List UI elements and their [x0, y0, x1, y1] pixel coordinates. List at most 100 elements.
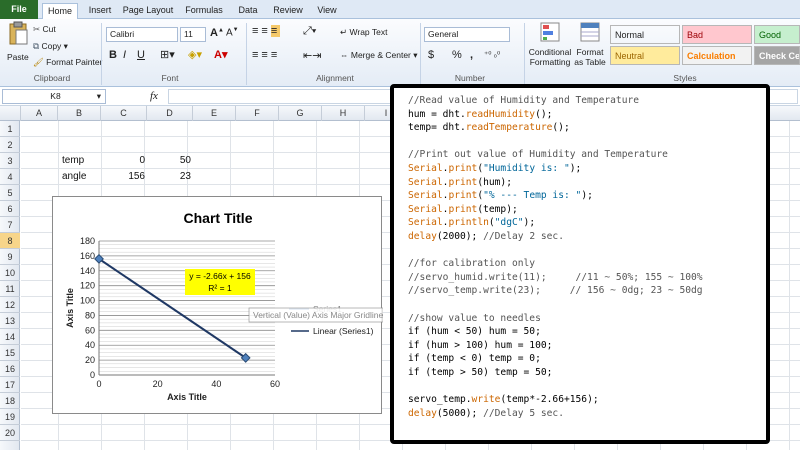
- style-check-cell[interactable]: Check Cell: [754, 46, 800, 65]
- chart-title: Chart Title: [184, 210, 253, 226]
- row-header-9[interactable]: 9: [0, 249, 20, 265]
- format-painter-button[interactable]: 🖌 Format Painter: [33, 57, 102, 68]
- select-all-corner[interactable]: [0, 106, 21, 121]
- tab-review[interactable]: Review: [268, 3, 308, 19]
- as-table-label: as Table: [574, 57, 606, 67]
- row-header-3[interactable]: 3: [0, 153, 20, 169]
- italic-button[interactable]: I: [123, 49, 126, 61]
- fill-color-icon[interactable]: ◈▾: [188, 48, 202, 61]
- code-token: Serial: [408, 176, 443, 188]
- style-good[interactable]: Good: [754, 25, 800, 44]
- paste-icon[interactable]: [6, 21, 30, 47]
- shrink-font-icon[interactable]: A▼: [226, 27, 239, 38]
- column-header-e[interactable]: E: [193, 106, 236, 121]
- row-header-15[interactable]: 15: [0, 345, 20, 361]
- copy-button[interactable]: ⧉ Copy ▾: [33, 41, 68, 52]
- bold-button[interactable]: B: [109, 49, 117, 61]
- code-line: if (hum < 50) hum = 50;: [408, 325, 766, 339]
- style-bad[interactable]: Bad: [682, 25, 752, 44]
- row-header-1[interactable]: 1: [0, 121, 20, 137]
- font-color-icon[interactable]: A▾: [214, 48, 227, 61]
- code-token: (5000);: [436, 407, 484, 419]
- y-tick-label: 20: [85, 355, 95, 365]
- row-header-17[interactable]: 17: [0, 377, 20, 393]
- cut-label: Cut: [42, 24, 56, 34]
- grow-font-icon[interactable]: A▲: [210, 27, 224, 39]
- comma-button[interactable]: ,: [470, 49, 473, 61]
- tab-formulas[interactable]: Formulas: [180, 3, 228, 19]
- currency-button[interactable]: $: [428, 49, 434, 61]
- number-group-label: Number: [454, 73, 486, 83]
- code-token: if (temp < 0) temp = 0;: [408, 353, 541, 365]
- tab-page-layout[interactable]: Page Layout: [120, 3, 176, 19]
- cell-c4[interactable]: 156: [101, 169, 145, 185]
- tab-view[interactable]: View: [310, 3, 344, 19]
- style-calculation[interactable]: Calculation: [682, 46, 752, 65]
- row-header-13[interactable]: 13: [0, 313, 20, 329]
- column-header-h[interactable]: H: [322, 106, 365, 121]
- code-token: print: [448, 190, 478, 202]
- underline-button[interactable]: U: [137, 49, 145, 61]
- tab-home[interactable]: Home: [42, 3, 78, 20]
- tab-insert[interactable]: Insert: [82, 3, 118, 19]
- column-header-d[interactable]: D: [147, 106, 193, 121]
- cell-b3[interactable]: temp: [62, 153, 84, 169]
- style-normal[interactable]: Normal: [610, 25, 680, 44]
- row-header-16[interactable]: 16: [0, 361, 20, 377]
- cell-d4[interactable]: 23: [147, 169, 191, 185]
- indent-icons[interactable]: ⇤⇥: [303, 49, 321, 62]
- scissors-icon: ✂: [33, 24, 41, 34]
- number-format-select[interactable]: General: [424, 27, 510, 42]
- decimal-icons[interactable]: ⁺⁰ ₀⁰: [484, 50, 500, 59]
- row-header-18[interactable]: 18: [0, 393, 20, 409]
- legend-trend-label: Linear (Series1): [313, 326, 374, 336]
- style-neutral[interactable]: Neutral: [610, 46, 680, 65]
- tab-data[interactable]: Data: [232, 3, 264, 19]
- row-header-2[interactable]: 2: [0, 137, 20, 153]
- row-header-14[interactable]: 14: [0, 329, 20, 345]
- cell-d3[interactable]: 50: [147, 153, 191, 169]
- align-top-icons[interactable]: ≡≡≡: [252, 25, 281, 37]
- scatter-chart[interactable]: Chart Title 0 20 40 60 80 100 120 140 160 180 0 20 40…: [52, 196, 387, 414]
- column-header-g[interactable]: G: [279, 106, 322, 121]
- row-header-6[interactable]: 6: [0, 201, 20, 217]
- code-line: //servo_temp.write(23); // 156 ~ 0dg; 23…: [408, 284, 766, 298]
- y-tick-label: 0: [90, 370, 95, 380]
- clipboard-group-label: Clipboard: [33, 73, 71, 83]
- y-tick-label: 160: [80, 251, 95, 261]
- conditional-formatting-button[interactable]: Conditional Formatting: [528, 47, 572, 67]
- style-calculation-label: Calculation: [687, 51, 736, 61]
- cell-c3[interactable]: 0: [101, 153, 145, 169]
- orientation-icon[interactable]: ⤢▾: [303, 25, 316, 38]
- row-header-4[interactable]: 4: [0, 169, 20, 185]
- function-icon[interactable]: fx: [150, 90, 158, 102]
- row-header-12[interactable]: 12: [0, 297, 20, 313]
- align-horizontal-icons[interactable]: ≡≡≡: [252, 49, 280, 61]
- format-as-table-button[interactable]: Format as Table: [572, 47, 608, 67]
- wrap-text-button[interactable]: ↵ Wrap Text: [340, 27, 387, 38]
- row-header-7[interactable]: 7: [0, 217, 20, 233]
- column-header-b[interactable]: B: [58, 106, 101, 121]
- percent-button[interactable]: %: [452, 49, 462, 61]
- column-header-c[interactable]: C: [101, 106, 147, 121]
- row-header-5[interactable]: 5: [0, 185, 20, 201]
- row-header-8[interactable]: 8: [0, 233, 20, 249]
- row-header-19[interactable]: 19: [0, 409, 20, 425]
- column-header-f[interactable]: F: [236, 106, 279, 121]
- paste-button[interactable]: Paste: [7, 52, 29, 62]
- row-header-11[interactable]: 11: [0, 281, 20, 297]
- code-token: delay: [408, 407, 437, 419]
- code-token: Serial: [408, 162, 443, 174]
- cut-button[interactable]: ✂ Cut: [33, 24, 56, 35]
- borders-icon[interactable]: ⊞▾: [160, 48, 175, 61]
- merge-center-button[interactable]: ⇔ Merge & Center ▾: [340, 50, 418, 61]
- row-header-10[interactable]: 10: [0, 265, 20, 281]
- font-name-select[interactable]: Calibri: [106, 27, 178, 42]
- name-box[interactable]: K8 ▾: [2, 89, 106, 104]
- tab-file[interactable]: File: [0, 0, 38, 19]
- column-header-a[interactable]: A: [21, 106, 58, 121]
- row-header-20[interactable]: 20: [0, 425, 20, 441]
- cell-b4[interactable]: angle: [62, 169, 86, 185]
- font-size-select[interactable]: 11: [180, 27, 206, 42]
